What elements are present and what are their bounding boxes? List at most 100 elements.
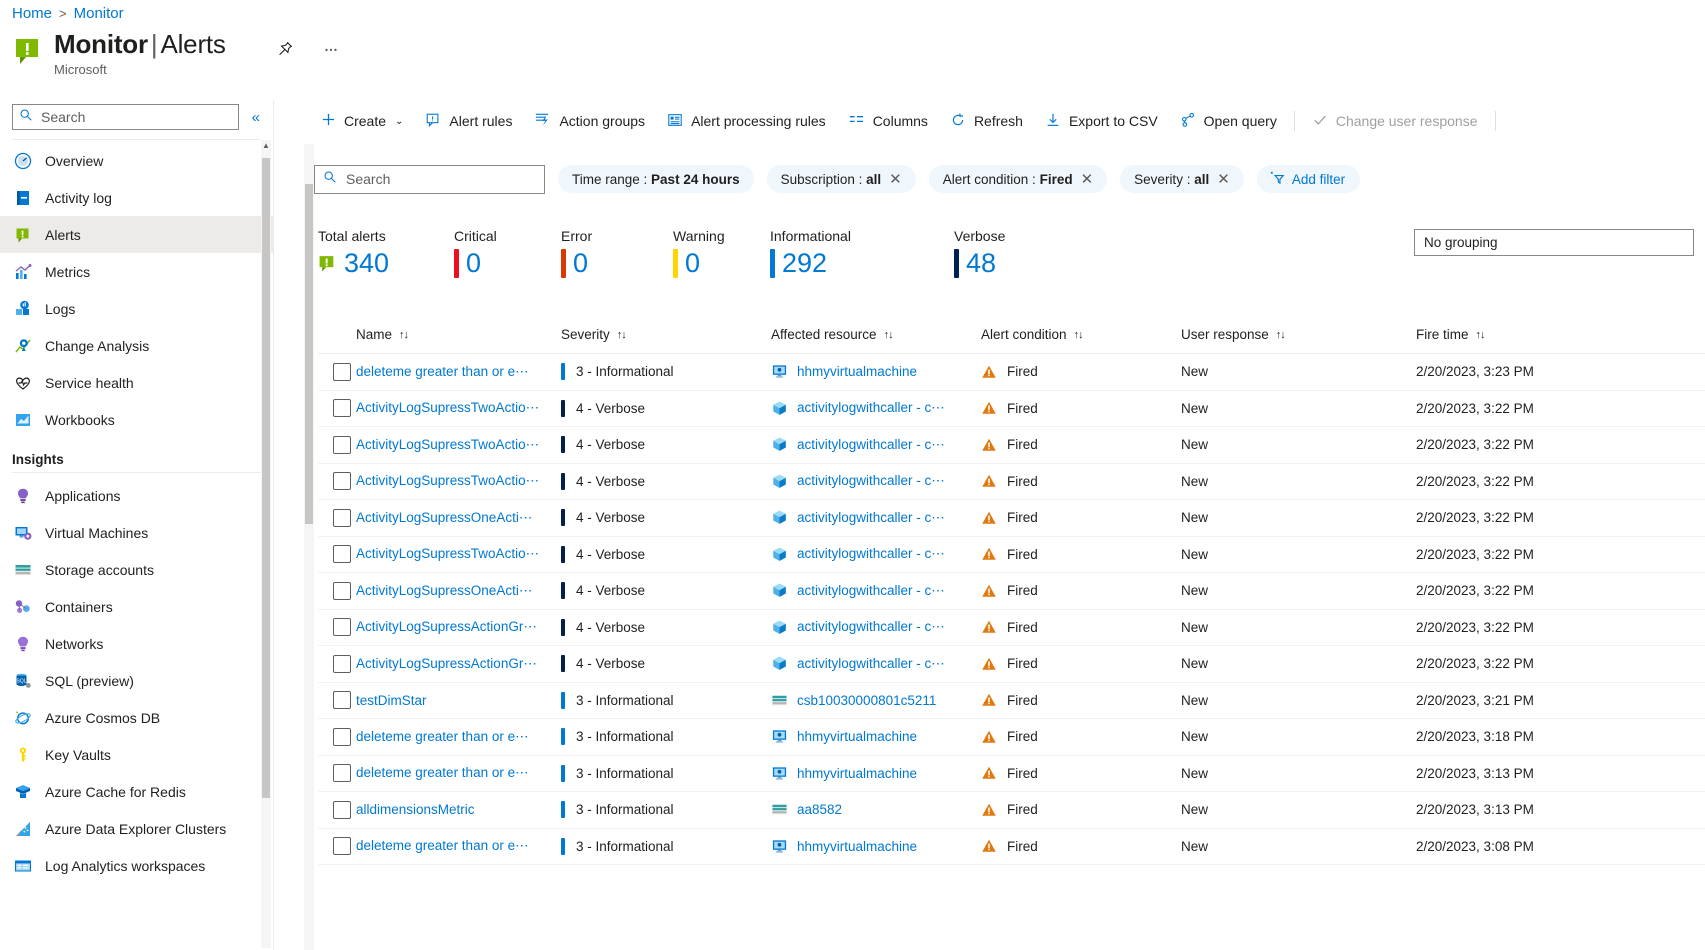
row-checkbox[interactable] [333,618,351,636]
table-row[interactable]: ActivityLogSupressOneActi⋯4 - Verboseact… [318,500,1705,537]
table-row[interactable]: ActivityLogSupressTwoActio⋯4 - Verboseac… [318,427,1705,464]
table-row[interactable]: deleteme greater than or e⋯3 - Informati… [318,719,1705,756]
sidebar-scrollbar-thumb[interactable] [262,158,270,798]
sidebar-item-storage-accounts[interactable]: Storage accounts [0,551,273,588]
alert-name-link[interactable]: ActivityLogSupressActionGr⋯ [356,656,537,671]
remove-filter-icon[interactable]: ✕ [1217,172,1230,187]
sidebar-scroll-up-arrow[interactable]: ▲ [261,140,271,152]
row-checkbox[interactable] [333,691,351,709]
action-groups-button[interactable]: Action groups [523,105,656,137]
row-checkbox[interactable] [333,582,351,600]
table-row[interactable]: deleteme greater than or e⋯3 - Informati… [318,756,1705,793]
alert-name-link[interactable]: deleteme greater than or e⋯ [356,729,529,744]
row-checkbox[interactable] [333,655,351,673]
create-button[interactable]: Create ⌄ [310,105,414,137]
sidebar-item-log-analytics-workspaces[interactable]: Log Analytics workspaces [0,847,273,884]
row-checkbox[interactable] [333,472,351,490]
row-checkbox[interactable] [333,728,351,746]
affected-resource-link[interactable]: hhmyvirtualmachine [797,364,917,379]
sidebar-item-applications[interactable]: Applications [0,477,273,514]
alerts-search-input[interactable] [344,170,524,188]
sidebar-item-azure-cosmos-db[interactable]: Azure Cosmos DB [0,699,273,736]
alert-name-link[interactable]: ActivityLogSupressTwoActio⋯ [356,546,539,561]
filter-pill-time-range[interactable]: Time range : Past 24 hours [558,165,754,193]
affected-resource-link[interactable]: activitylogwithcaller - c⋯ [797,437,945,453]
column-header-name[interactable]: Name ↑↓ [356,327,561,342]
table-row[interactable]: ActivityLogSupressTwoActio⋯4 - Verboseac… [318,391,1705,428]
sidebar-collapse-button[interactable]: « [249,107,263,128]
row-checkbox[interactable] [333,363,351,381]
table-row[interactable]: ActivityLogSupressActionGr⋯4 - Verboseac… [318,610,1705,647]
sidebar-item-containers[interactable]: Containers [0,588,273,625]
change-user-response-button[interactable]: Change user response [1301,105,1489,137]
affected-resource-link[interactable]: activitylogwithcaller - c⋯ [797,583,945,599]
affected-resource-link[interactable]: hhmyvirtualmachine [797,729,917,744]
row-checkbox[interactable] [333,764,351,782]
export-csv-button[interactable]: Export to CSV [1034,105,1169,137]
alert-name-link[interactable]: ActivityLogSupressActionGr⋯ [356,619,537,634]
sidebar-item-azure-data-explorer-clusters[interactable]: Azure Data Explorer Clusters [0,810,273,847]
alert-name-link[interactable]: ActivityLogSupressOneActi⋯ [356,510,532,525]
affected-resource-link[interactable]: aa8582 [797,802,842,817]
column-header-affected-resource[interactable]: Affected resource ↑↓ [771,327,981,342]
row-checkbox[interactable] [333,801,351,819]
sidebar-item-virtual-machines[interactable]: Virtual Machines [0,514,273,551]
sidebar-item-networks[interactable]: Networks [0,625,273,662]
row-checkbox[interactable] [333,837,351,855]
sidebar-item-overview[interactable]: Overview [0,142,273,179]
content-scrollbar[interactable] [304,144,314,950]
column-header-severity[interactable]: Severity ↑↓ [561,327,771,342]
open-query-button[interactable]: Open query [1169,105,1288,137]
table-row[interactable]: deleteme greater than or e⋯3 - Informati… [318,829,1705,866]
table-row[interactable]: testDimStar3 - Informationalcsb100300008… [318,683,1705,720]
sidebar-search-input[interactable] [39,108,235,126]
affected-resource-link[interactable]: csb10030000801c5211 [797,693,936,708]
sidebar-item-change-analysis[interactable]: Change Analysis [0,327,273,364]
sidebar-item-azure-cache-for-redis[interactable]: Azure Cache for Redis [0,773,273,810]
affected-resource-link[interactable]: hhmyvirtualmachine [797,839,917,854]
affected-resource-link[interactable]: activitylogwithcaller - c⋯ [797,473,945,489]
sidebar-scrollbar[interactable]: ▲ [261,140,271,948]
affected-resource-link[interactable]: hhmyvirtualmachine [797,766,917,781]
alert-name-link[interactable]: alldimensionsMetric [356,802,475,817]
alert-name-link[interactable]: deleteme greater than or e⋯ [356,765,529,780]
filter-pill-subscription[interactable]: Subscription : all ✕ [767,165,916,193]
table-row[interactable]: ActivityLogSupressTwoActio⋯4 - Verboseac… [318,537,1705,574]
breadcrumb-home[interactable]: Home [12,5,52,22]
table-row[interactable]: ActivityLogSupressTwoActio⋯4 - Verboseac… [318,464,1705,501]
row-checkbox[interactable] [333,509,351,527]
alerts-search[interactable] [314,165,545,194]
sidebar-item-key-vaults[interactable]: Key Vaults [0,736,273,773]
sidebar-item-activity-log[interactable]: Activity log [0,179,273,216]
column-header-fire-time[interactable]: Fire time ↑↓ [1416,327,1646,342]
ellipsis-icon[interactable] [318,36,344,62]
row-checkbox[interactable] [333,436,351,454]
table-row[interactable]: deleteme greater than or e⋯3 - Informati… [318,354,1705,391]
affected-resource-link[interactable]: activitylogwithcaller - c⋯ [797,619,945,635]
grouping-dropdown[interactable]: No grouping [1414,229,1694,256]
sidebar-item-service-health[interactable]: Service health [0,364,273,401]
alert-name-link[interactable]: ActivityLogSupressTwoActio⋯ [356,400,539,415]
sidebar-item-sql-preview[interactable]: SQL SQL (preview) [0,662,273,699]
alert-rules-button[interactable]: Alert rules [414,105,523,137]
sidebar-search[interactable] [12,104,239,130]
add-filter-button[interactable]: Add filter [1257,165,1360,193]
table-row[interactable]: ActivityLogSupressOneActi⋯4 - Verboseact… [318,573,1705,610]
sidebar-item-alerts[interactable]: Alerts [0,216,273,253]
alert-name-link[interactable]: ActivityLogSupressTwoActio⋯ [356,473,539,488]
sidebar-item-metrics[interactable]: Metrics [0,253,273,290]
row-checkbox[interactable] [333,545,351,563]
affected-resource-link[interactable]: activitylogwithcaller - c⋯ [797,656,945,672]
sidebar-item-workbooks[interactable]: Workbooks [0,401,273,438]
affected-resource-link[interactable]: activitylogwithcaller - c⋯ [797,400,945,416]
breadcrumb-monitor[interactable]: Monitor [74,5,124,22]
column-header-user-response[interactable]: User response ↑↓ [1181,327,1416,342]
remove-filter-icon[interactable]: ✕ [1081,172,1094,187]
alert-processing-rules-button[interactable]: Alert processing rules [656,105,837,137]
column-header-alert-condition[interactable]: Alert condition ↑↓ [981,327,1181,342]
row-checkbox[interactable] [333,399,351,417]
alert-name-link[interactable]: ActivityLogSupressOneActi⋯ [356,583,532,598]
affected-resource-link[interactable]: activitylogwithcaller - c⋯ [797,546,945,562]
remove-filter-icon[interactable]: ✕ [889,172,902,187]
alert-name-link[interactable]: ActivityLogSupressTwoActio⋯ [356,437,539,452]
